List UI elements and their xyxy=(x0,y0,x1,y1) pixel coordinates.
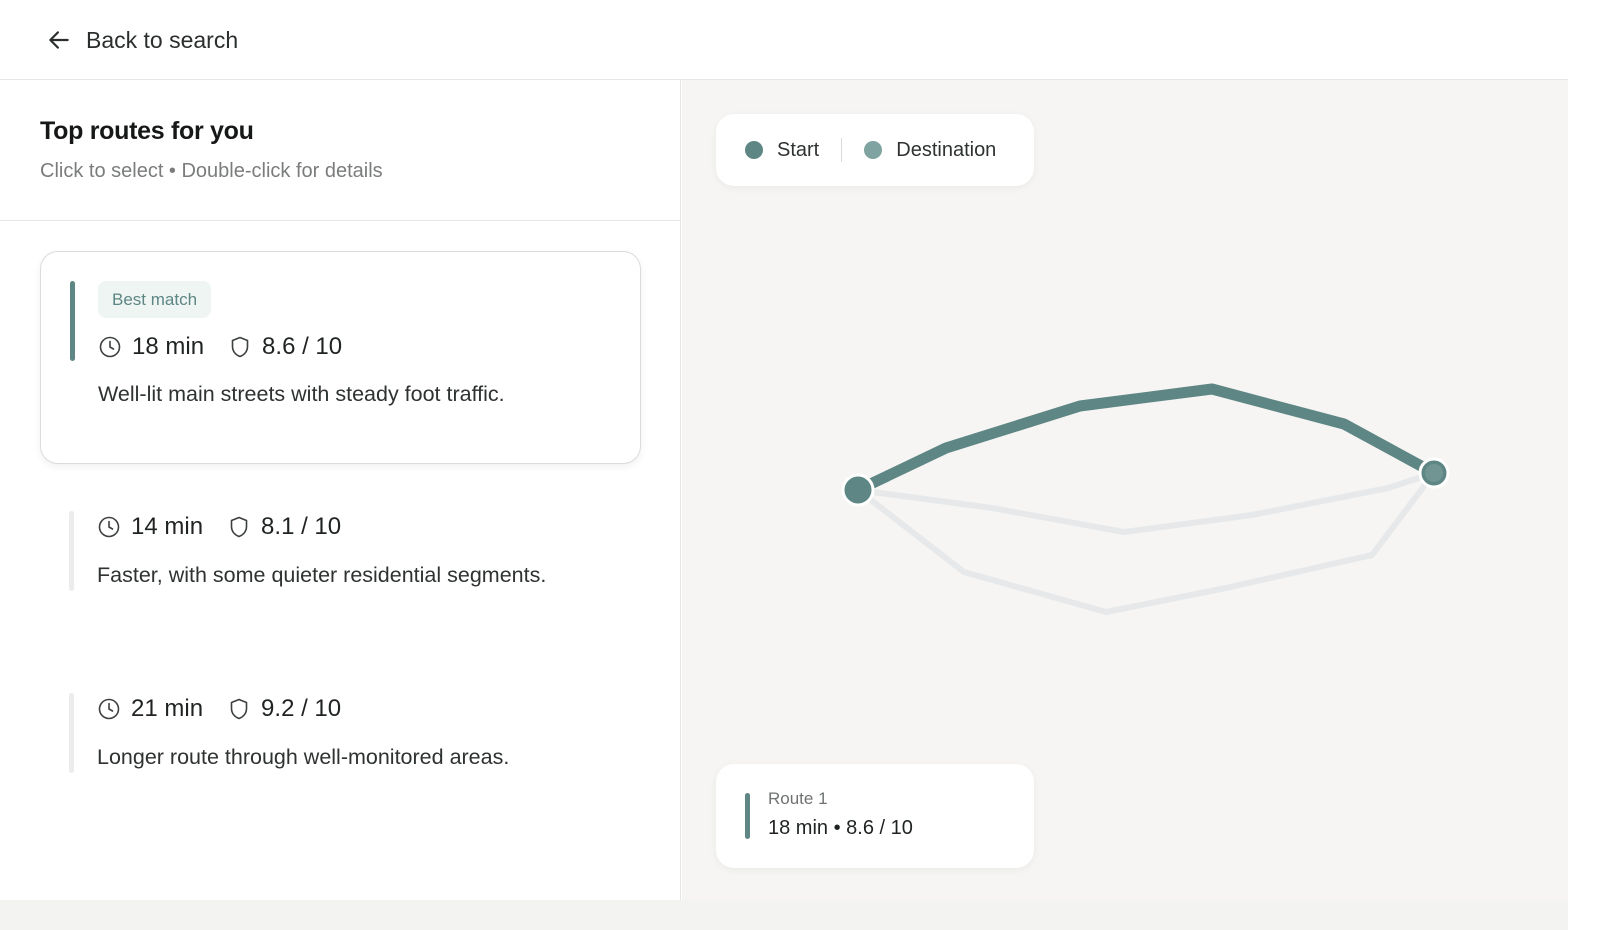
route-map[interactable]: Start Destination Route 1 18 min • 8.6 /… xyxy=(682,80,1568,900)
legend-start-label: Start xyxy=(777,138,820,161)
panel-subtitle: Click to select • Double-click for detai… xyxy=(40,160,383,182)
clock-icon xyxy=(99,336,121,358)
route-path-1[interactable] xyxy=(852,383,1440,496)
route-time: 18 min xyxy=(132,333,205,360)
destination-dot-icon xyxy=(864,141,883,159)
back-to-search-button[interactable]: Back to search xyxy=(46,24,238,56)
route-accent-bar xyxy=(745,793,750,839)
shield-icon xyxy=(230,698,248,720)
legend-destination-label: Destination xyxy=(896,138,997,161)
selected-route-detail: 18 min • 8.6 / 10 xyxy=(768,817,913,839)
route-description: Longer route through well-monitored area… xyxy=(97,745,510,769)
route-card-3[interactable]: 21 min 9.2 / 10 Longer route through wel… xyxy=(40,664,641,877)
clock-icon xyxy=(98,698,120,720)
shield-icon xyxy=(230,516,248,538)
route-safety-score: 9.2 / 10 xyxy=(261,695,342,722)
route-time: 21 min xyxy=(131,695,204,722)
destination-marker-inner xyxy=(1425,464,1443,482)
route-safety-score: 8.1 / 10 xyxy=(261,513,342,540)
route-path-2[interactable] xyxy=(855,470,1437,535)
top-bar: Back to search xyxy=(0,0,1568,80)
bottom-edge xyxy=(0,900,1568,930)
route-accent-bar xyxy=(69,693,74,773)
panel-title: Top routes for you xyxy=(40,117,254,145)
route-description: Faster, with some quieter residential se… xyxy=(97,563,547,587)
selected-route-summary: Route 1 18 min • 8.6 / 10 xyxy=(716,764,1034,868)
route-card-1[interactable]: Best match 18 min 8.6 / 10 Well-lit main… xyxy=(40,251,641,464)
route-time: 14 min xyxy=(131,513,204,540)
shield-icon xyxy=(231,336,249,358)
route-metrics: 21 min 9.2 / 10 xyxy=(97,694,341,724)
route-accent-bar xyxy=(70,281,75,361)
arrow-left-icon xyxy=(49,31,69,49)
best-match-badge: Best match xyxy=(98,281,212,318)
start-marker[interactable] xyxy=(841,473,875,507)
route-safety-score: 8.6 / 10 xyxy=(262,333,343,360)
map-legend: Start Destination xyxy=(716,114,1034,186)
selected-route-title: Route 1 xyxy=(768,789,828,808)
route-metrics: 14 min 8.1 / 10 xyxy=(97,512,341,542)
route-list-panel: Top routes for you Click to select • Dou… xyxy=(0,80,681,900)
route-accent-bar xyxy=(69,511,74,591)
route-metrics: 18 min 8.6 / 10 xyxy=(98,332,342,362)
right-edge xyxy=(1568,0,1612,930)
back-to-search-label: Back to search xyxy=(86,26,239,53)
clock-icon xyxy=(98,516,120,538)
route-list-header: Top routes for you Click to select • Dou… xyxy=(0,80,680,221)
legend-divider xyxy=(841,138,843,162)
route-description: Well-lit main streets with steady foot t… xyxy=(98,382,505,406)
start-dot-icon xyxy=(745,141,763,159)
